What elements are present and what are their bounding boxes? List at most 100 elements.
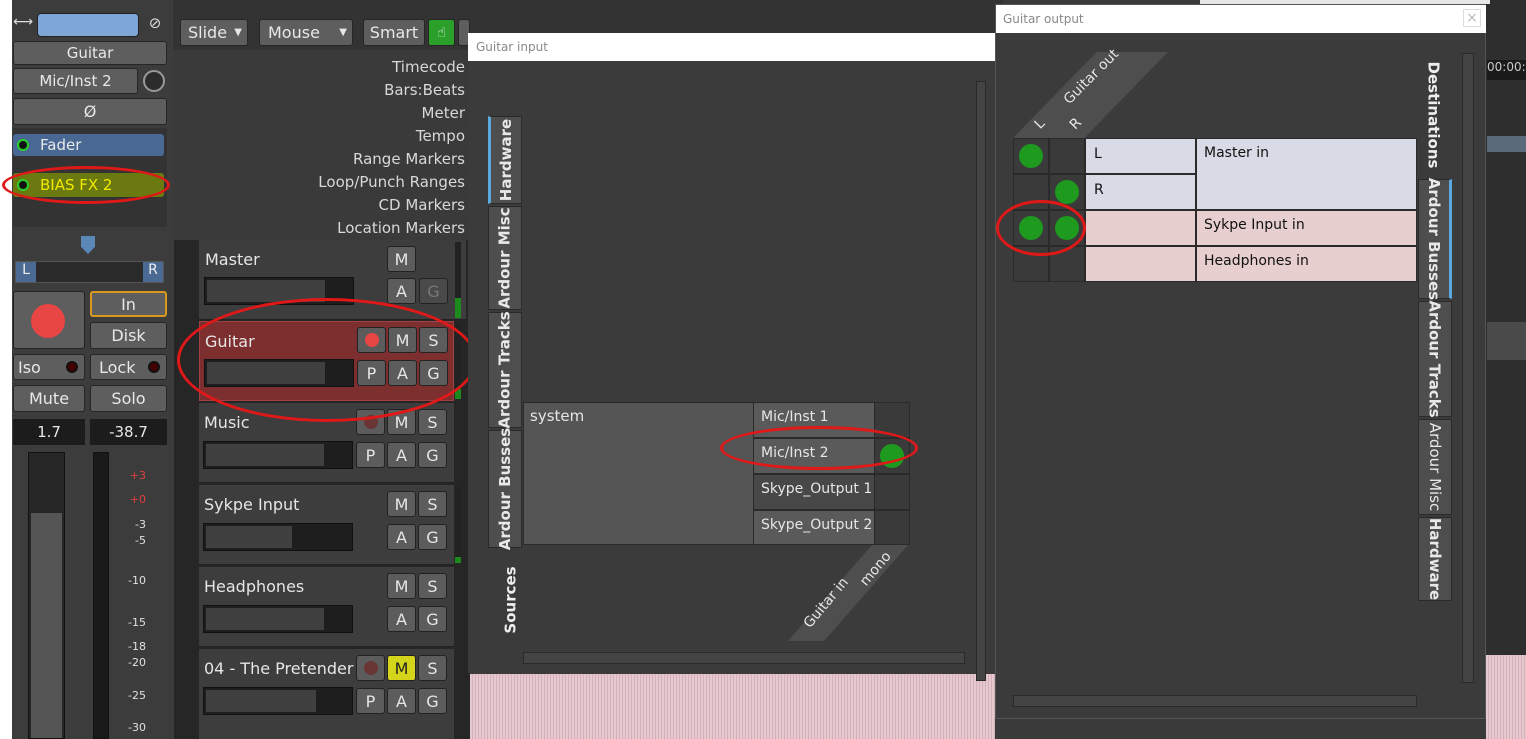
lock-button[interactable]: Lock [90, 354, 167, 380]
track-sykpe-input[interactable]: Sykpe Input M S A G [199, 485, 454, 565]
dest-group-sykpe: Sykpe Input in [1196, 210, 1417, 246]
processor-fader[interactable]: Fader [13, 134, 164, 156]
vertical-scrollbar[interactable] [976, 81, 986, 681]
close-icon[interactable]: × [1463, 9, 1481, 27]
track-group-button[interactable]: G [418, 524, 447, 550]
solo-button[interactable]: Solo [90, 385, 167, 412]
smart-mode-button[interactable]: Smart [363, 19, 425, 46]
dest-port[interactable] [1085, 210, 1196, 246]
track-playlist-button[interactable]: P [356, 442, 385, 468]
tab-ardour-busses[interactable]: Ardour Busses [1418, 178, 1452, 300]
matrix-cell[interactable] [1013, 138, 1049, 174]
pan-arrow-icon[interactable] [81, 236, 95, 254]
processor-active-icon[interactable] [17, 139, 29, 151]
track-group-button[interactable]: G [418, 688, 447, 714]
ruler-tempo[interactable]: Tempo [416, 127, 465, 145]
track-group-button[interactable]: G [418, 606, 447, 632]
track-mute-button[interactable]: M [387, 573, 416, 599]
tab-hardware[interactable]: Hardware [488, 116, 522, 204]
feedback-tab[interactable] [1200, 0, 1490, 4]
monitor-disk-button[interactable]: Disk [90, 322, 167, 349]
track-solo-button[interactable]: S [418, 655, 447, 681]
meter-tick: -3 [135, 518, 146, 531]
peak-display[interactable]: -38.7 [90, 419, 167, 445]
track-headphones[interactable]: Headphones M S A G [199, 567, 454, 647]
track-fader[interactable] [203, 605, 353, 633]
track-mute-button[interactable]: M [387, 655, 416, 681]
track-automation-button[interactable]: A [387, 606, 416, 632]
annotation-circle [177, 298, 477, 422]
source-port[interactable]: Skype_Output 1 [753, 474, 875, 510]
hide-strip-icon[interactable]: ⊘ [143, 14, 167, 36]
dropdown-arrow-icon: ▼ [339, 27, 347, 38]
track-group-button[interactable]: G [418, 442, 447, 468]
matrix-cell[interactable] [1049, 138, 1085, 174]
window-titlebar[interactable]: Guitar output × [996, 5, 1487, 33]
track-group-button[interactable]: G [419, 278, 448, 304]
strip-color-bar[interactable] [37, 13, 139, 37]
track-fader[interactable] [203, 441, 353, 469]
tab-ardour-tracks[interactable]: Ardour Tracks [488, 311, 522, 429]
tab-ardour-tracks[interactable]: Ardour Tracks [1418, 300, 1452, 418]
track-automation-button[interactable]: A [387, 442, 416, 468]
strip-name-button[interactable]: Guitar [13, 41, 167, 65]
ruler-cd-markers[interactable]: CD Markers [379, 196, 465, 214]
tab-hardware[interactable]: Hardware [1418, 517, 1452, 601]
input-trim-knob[interactable] [143, 70, 165, 92]
track-solo-button[interactable]: S [418, 491, 447, 517]
track-fader[interactable] [203, 523, 353, 551]
tab-ardour-misc[interactable]: Ardour Misc [1418, 419, 1452, 515]
cursor-mode-dropdown[interactable]: Mouse ▼ [259, 19, 353, 46]
sources-label: Sources [502, 566, 520, 634]
track-solo-button[interactable]: S [418, 409, 447, 435]
dest-port[interactable]: L [1085, 138, 1196, 174]
horizontal-scrollbar[interactable] [1013, 695, 1417, 707]
track-record-button[interactable] [356, 655, 385, 681]
edit-mode-dropdown[interactable]: Slide ▼ [180, 19, 248, 46]
ruler-timecode[interactable]: Timecode [392, 58, 465, 76]
gain-fader[interactable] [28, 452, 65, 739]
track-automation-button[interactable]: A [387, 688, 416, 714]
dest-port[interactable]: R [1085, 174, 1196, 210]
track-name[interactable]: Headphones [204, 577, 304, 596]
track-mute-button[interactable]: M [387, 246, 416, 272]
track-fader[interactable] [203, 687, 353, 715]
panner[interactable]: L R [15, 261, 164, 283]
track-name[interactable]: Sykpe Input [204, 495, 299, 514]
track-name[interactable]: 04 - The Pretender [204, 659, 353, 678]
ruler-location-markers[interactable]: Location Markers [337, 219, 465, 237]
width-toggle-icon[interactable]: ⟷ [13, 14, 33, 36]
tab-ardour-busses[interactable]: Ardour Busses [488, 428, 522, 550]
track-automation-button[interactable]: A [387, 278, 416, 304]
secondary-clock[interactable]: 00:00: [1487, 60, 1526, 80]
dest-port[interactable] [1085, 246, 1196, 282]
iso-button[interactable]: Iso [13, 354, 85, 380]
monitor-input-button[interactable]: In [90, 291, 167, 317]
input-button[interactable]: Mic/Inst 2 [13, 68, 138, 94]
vertical-scrollbar[interactable] [1462, 53, 1474, 683]
ruler-loop-punch[interactable]: Loop/Punch Ranges [318, 173, 465, 191]
tab-ardour-misc[interactable]: Ardour Misc [488, 206, 522, 310]
ruler-meter[interactable]: Meter [422, 104, 465, 122]
annotation-circle [2, 166, 170, 204]
track-solo-button[interactable]: S [418, 573, 447, 599]
track-the-pretender[interactable]: 04 - The Pretender M S P A G [199, 649, 454, 739]
ruler-range-markers[interactable]: Range Markers [353, 150, 465, 168]
track-name[interactable]: Music [204, 413, 250, 432]
ruler-bars-beats[interactable]: Bars:Beats [384, 81, 465, 99]
track-playlist-button[interactable]: P [356, 688, 385, 714]
mute-button[interactable]: Mute [13, 385, 85, 412]
horizontal-scrollbar[interactable] [523, 652, 965, 664]
grab-tool-button[interactable]: ☝ [428, 19, 455, 46]
track-automation-button[interactable]: A [387, 524, 416, 550]
matrix-cell[interactable] [874, 510, 910, 545]
gain-display[interactable]: 1.7 [13, 419, 85, 445]
track-name[interactable]: Master [205, 250, 260, 269]
matrix-cell[interactable] [874, 474, 910, 510]
track-mute-button[interactable]: M [387, 491, 416, 517]
source-port[interactable]: Skype_Output 2 [753, 510, 875, 545]
record-button[interactable] [13, 291, 85, 349]
window-titlebar[interactable]: Guitar input [468, 33, 995, 61]
phase-invert-button[interactable]: Ø [13, 98, 167, 125]
region-waveform [1486, 655, 1526, 739]
